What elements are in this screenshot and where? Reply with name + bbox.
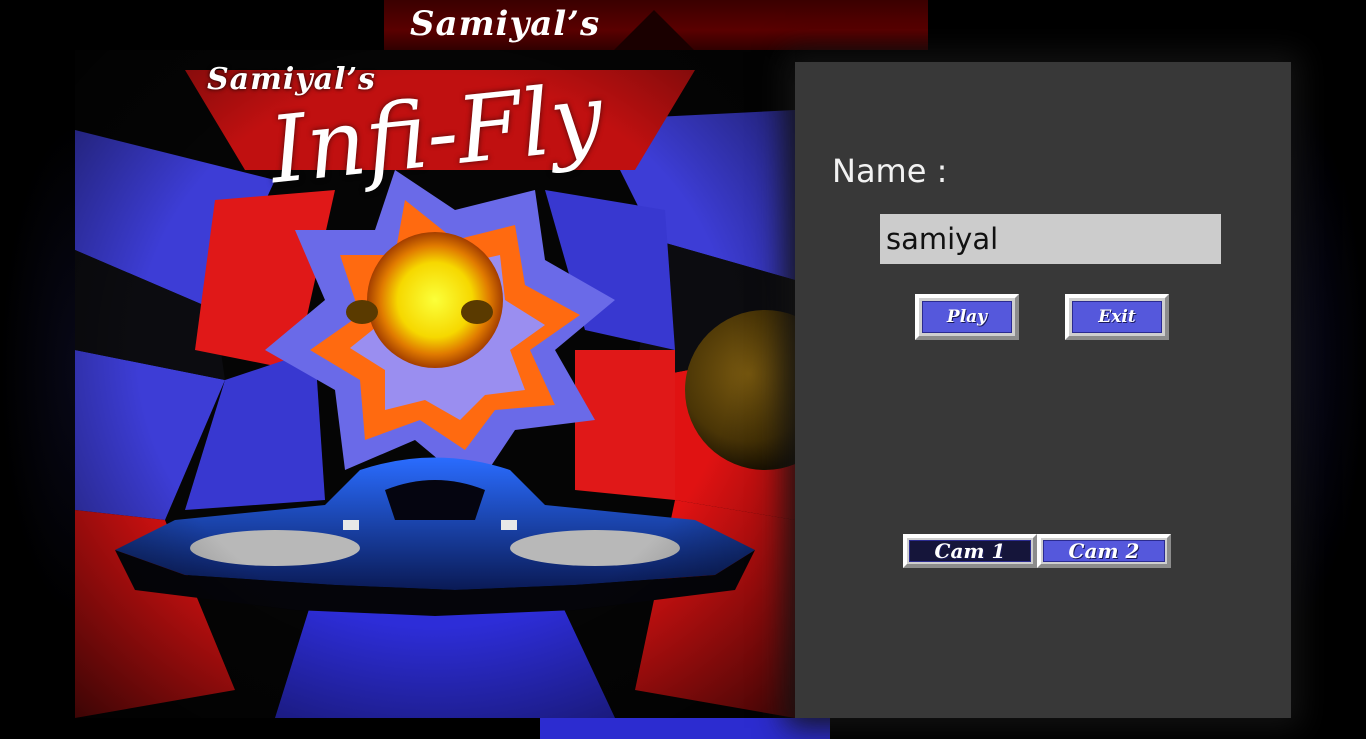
exit-button-label: Exit xyxy=(1072,301,1162,333)
name-input[interactable] xyxy=(880,214,1221,264)
exit-button[interactable]: Exit xyxy=(1065,294,1169,340)
background-bottom-strip xyxy=(540,715,830,739)
play-button-label: Play xyxy=(922,301,1012,333)
cam1-button-label: Cam 1 xyxy=(909,539,1031,563)
background-title-text: Samiyal’s xyxy=(410,4,601,44)
cam2-button-label: Cam 2 xyxy=(1043,539,1165,563)
background-glow-right xyxy=(1286,80,1366,640)
background-banner-shape xyxy=(614,10,694,50)
cam1-button[interactable]: Cam 1 xyxy=(903,534,1037,568)
cam2-button[interactable]: Cam 2 xyxy=(1037,534,1171,568)
background-glow-left xyxy=(0,120,80,620)
play-button[interactable]: Play xyxy=(915,294,1019,340)
name-label: Name : xyxy=(832,152,948,190)
game-poster: Samiyal’s Infi-Fly xyxy=(75,50,795,718)
main-menu-panel: Name : Play Exit Cam 1 Cam 2 xyxy=(795,62,1291,718)
